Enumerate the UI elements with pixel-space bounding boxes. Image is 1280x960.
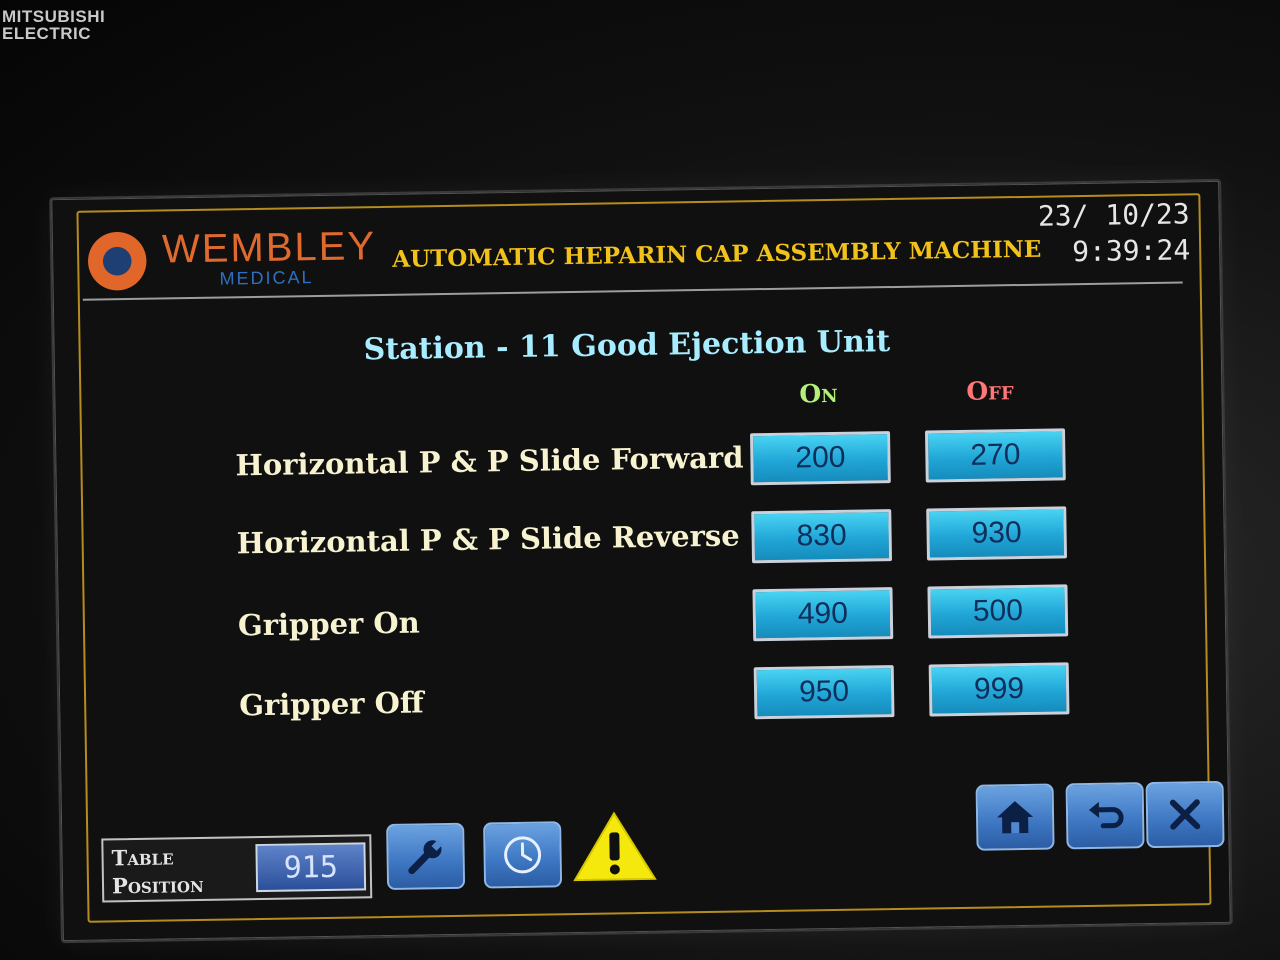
table-position-value: 915 <box>255 842 367 893</box>
home-button[interactable] <box>975 783 1055 851</box>
table-position-label: Table Position <box>111 844 204 899</box>
gripper-off-on-value[interactable]: 950 <box>753 665 895 720</box>
back-button[interactable] <box>1065 782 1145 850</box>
home-icon <box>997 801 1034 834</box>
company-logo: WEMBLEY MEDICAL <box>83 224 385 299</box>
datetime-display: 23/ 10/23 9:39:24 <box>1038 196 1191 270</box>
column-header-off: Off <box>966 376 1014 406</box>
timer-button[interactable] <box>483 821 563 889</box>
close-button[interactable] <box>1145 780 1225 849</box>
brand-line-1: MITSUBISHI <box>2 7 106 26</box>
brand-line-2: ELECTRIC <box>2 24 91 43</box>
slide-forward-off-value[interactable]: 270 <box>924 428 1066 483</box>
table-position-panel: Table Position 915 <box>101 834 373 903</box>
clock-icon <box>504 836 542 874</box>
close-icon <box>1169 799 1201 830</box>
back-icon <box>1088 801 1124 829</box>
hmi-screen: WEMBLEY MEDICAL AUTOMATIC HEPARIN CAP AS… <box>49 178 1233 944</box>
gripper-on-on-value[interactable]: 490 <box>752 587 894 642</box>
row-label-gripper-on: Gripper On <box>237 605 421 643</box>
logo-name: WEMBLEY <box>161 224 377 272</box>
slide-reverse-off-value[interactable]: 930 <box>926 506 1068 561</box>
slide-reverse-on-value[interactable]: 830 <box>751 509 893 564</box>
settings-button[interactable] <box>386 822 466 891</box>
column-header-on: On <box>799 378 838 409</box>
gear-logo-icon <box>83 227 151 295</box>
gripper-off-off-value[interactable]: 999 <box>928 662 1070 717</box>
date-readout: 23/ 10/23 <box>1037 197 1190 233</box>
logo-subtitle: MEDICAL <box>219 267 314 289</box>
gripper-on-off-value[interactable]: 500 <box>927 584 1069 639</box>
bezel-brand: MITSUBISHI ELECTRIC <box>2 8 105 42</box>
warning-icon[interactable] <box>571 810 658 883</box>
wrench-icon <box>408 839 443 875</box>
row-label-gripper-off: Gripper Off <box>238 685 424 723</box>
time-readout: 9:39:24 <box>1071 233 1191 269</box>
slide-forward-on-value[interactable]: 200 <box>750 431 891 486</box>
